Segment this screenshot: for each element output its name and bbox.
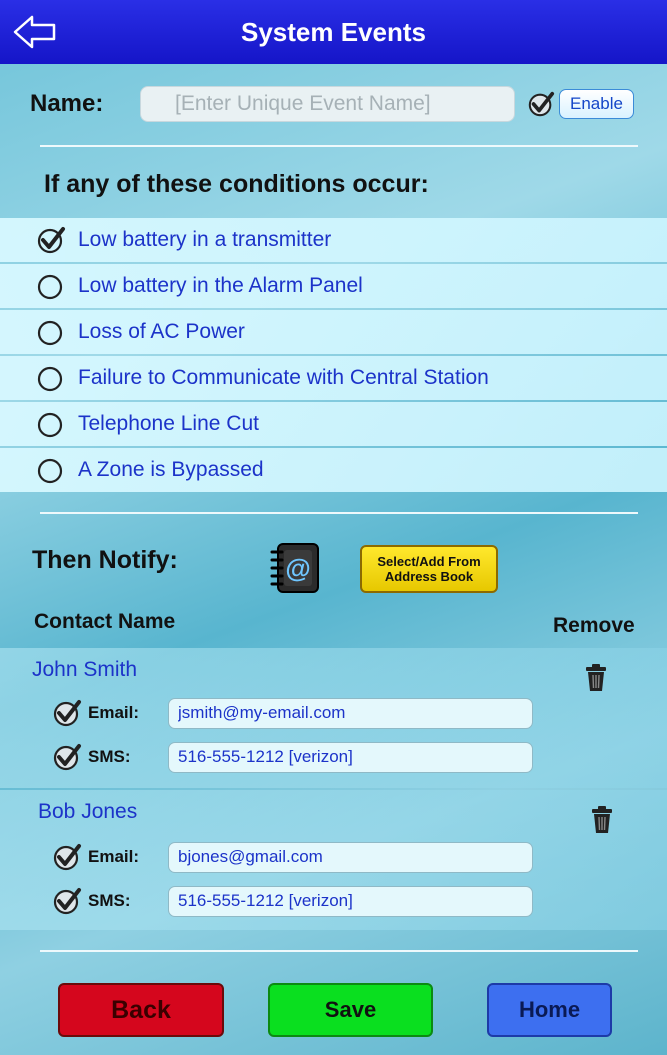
contact-card: Bob Jones Email: SMS: bbox=[0, 790, 667, 930]
condition-item[interactable]: Failure to Communicate with Central Stat… bbox=[0, 356, 667, 400]
back-arrow-icon[interactable] bbox=[12, 14, 58, 50]
name-label: Name: bbox=[30, 90, 104, 117]
trash-icon[interactable] bbox=[585, 664, 607, 692]
name-row: Name: Enable bbox=[30, 84, 647, 124]
email-label: Email: bbox=[88, 703, 140, 722]
condition-label: Telephone Line Cut bbox=[78, 412, 259, 435]
divider bbox=[40, 512, 638, 514]
enable-button[interactable]: Enable bbox=[559, 89, 634, 119]
condition-item[interactable]: Loss of AC Power bbox=[0, 310, 667, 354]
sms-field[interactable] bbox=[168, 885, 533, 917]
email-field[interactable] bbox=[168, 697, 533, 729]
address-book-icon[interactable]: @ bbox=[268, 542, 322, 594]
home-button[interactable]: Home bbox=[487, 983, 612, 1037]
event-name-input[interactable] bbox=[140, 86, 515, 122]
empty-circle-icon bbox=[37, 320, 63, 346]
sms-label: SMS: bbox=[88, 891, 131, 910]
divider bbox=[40, 950, 638, 952]
sms-field[interactable] bbox=[168, 741, 533, 773]
email-row: Email: bbox=[52, 696, 552, 730]
checked-circle-icon[interactable] bbox=[52, 886, 82, 916]
select-add-address-book-button[interactable]: Select/Add From Address Book bbox=[360, 545, 498, 593]
checked-circle-icon[interactable] bbox=[52, 698, 82, 728]
page-title: System Events bbox=[241, 16, 426, 47]
save-button[interactable]: Save bbox=[268, 983, 433, 1037]
notify-label: Then Notify: bbox=[32, 546, 178, 574]
back-button[interactable]: Back bbox=[58, 983, 224, 1037]
trash-icon[interactable] bbox=[591, 806, 613, 834]
remove-header: Remove bbox=[553, 614, 635, 637]
top-bar: System Events bbox=[0, 0, 667, 64]
contact-name: John Smith bbox=[32, 658, 138, 681]
empty-circle-icon bbox=[37, 274, 63, 300]
condition-item[interactable]: Low battery in the Alarm Panel bbox=[0, 264, 667, 308]
condition-label: A Zone is Bypassed bbox=[78, 458, 264, 481]
sms-row: SMS: bbox=[52, 884, 552, 918]
contact-card: John Smith Email: SMS: bbox=[0, 648, 667, 788]
email-row: Email: bbox=[52, 840, 552, 874]
conditions-heading: If any of these conditions occur: bbox=[44, 170, 429, 198]
conditions-list: Low battery in a transmitter Low battery… bbox=[0, 218, 667, 494]
checked-circle-icon bbox=[37, 227, 65, 254]
svg-text:@: @ bbox=[285, 553, 310, 583]
empty-circle-icon bbox=[37, 412, 63, 438]
condition-label: Loss of AC Power bbox=[78, 320, 245, 343]
sms-label: SMS: bbox=[88, 747, 131, 766]
divider bbox=[40, 145, 638, 147]
contact-name: Bob Jones bbox=[38, 800, 138, 823]
condition-item[interactable]: Low battery in a transmitter bbox=[0, 218, 667, 262]
empty-circle-icon bbox=[37, 366, 63, 392]
condition-label: Low battery in a transmitter bbox=[78, 228, 332, 251]
condition-label: Low battery in the Alarm Panel bbox=[78, 274, 363, 297]
email-field[interactable] bbox=[168, 841, 533, 873]
enable-checkbox-checked-icon[interactable] bbox=[527, 90, 555, 118]
condition-item[interactable]: A Zone is Bypassed bbox=[0, 448, 667, 492]
condition-label: Failure to Communicate with Central Stat… bbox=[78, 366, 489, 389]
sms-row: SMS: bbox=[52, 740, 552, 774]
condition-item[interactable]: Telephone Line Cut bbox=[0, 402, 667, 446]
checked-circle-icon[interactable] bbox=[52, 842, 82, 872]
contact-name-header: Contact Name bbox=[34, 610, 176, 633]
email-label: Email: bbox=[88, 847, 140, 866]
empty-circle-icon bbox=[37, 458, 63, 484]
checked-circle-icon[interactable] bbox=[52, 742, 82, 772]
